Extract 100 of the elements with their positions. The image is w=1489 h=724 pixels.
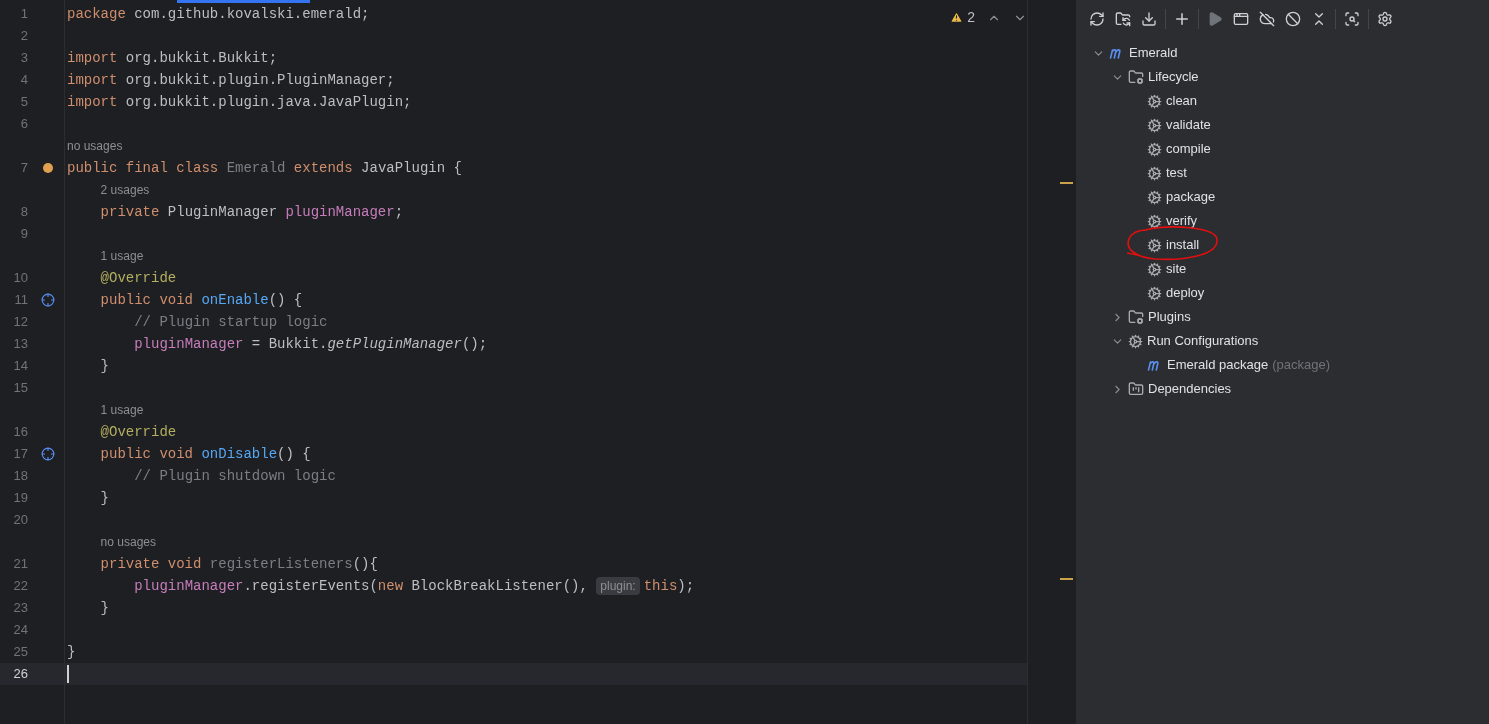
code-token: // Plugin shutdown logic	[134, 466, 336, 486]
line-number: 7	[19, 159, 28, 178]
tree-item[interactable]: deploy	[1166, 283, 1205, 303]
line-number: 12	[12, 313, 28, 332]
folder-icon	[1128, 381, 1144, 397]
usage-hint[interactable]: 1 usage	[100, 401, 144, 419]
code-token: public final class	[67, 158, 220, 178]
gear-icon	[1147, 189, 1162, 205]
tree-item[interactable]: Run Configurations	[1147, 331, 1259, 351]
line-number: 9	[19, 225, 28, 244]
code-token: }	[67, 642, 76, 662]
code-token: Emerald	[226, 158, 287, 178]
search-icon	[1344, 11, 1360, 27]
folder-icon	[1128, 69, 1144, 85]
code-token: (){	[352, 554, 378, 574]
code-token: public void	[100, 290, 195, 310]
code-token: }	[100, 598, 109, 618]
code-token: getPluginManager	[327, 334, 462, 354]
line-number: 21	[12, 555, 28, 574]
code-token: public void	[100, 444, 195, 464]
tree-item[interactable]: Emerald package	[1167, 355, 1269, 375]
tree-item[interactable]: Lifecycle	[1148, 67, 1199, 87]
code-token: onEnable	[201, 290, 269, 310]
tree-item[interactable]: clean	[1166, 91, 1198, 111]
tree-item[interactable]: compile	[1166, 139, 1211, 159]
code-token: PluginManager	[167, 202, 279, 222]
line-number: 1	[19, 5, 28, 24]
line-number: 14	[12, 357, 28, 376]
line-number: 13	[12, 335, 28, 354]
plugin-icon[interactable]	[42, 163, 53, 173]
code-token: @Override	[100, 268, 177, 288]
window-icon	[1233, 11, 1249, 27]
code-token: org.bukkit.Bukkit;	[125, 48, 278, 68]
line-number: 20	[12, 511, 28, 530]
line-number: 11	[13, 291, 28, 310]
code-token: JavaPlugin {	[361, 158, 462, 178]
code-token: import	[67, 92, 119, 112]
override-icon[interactable]	[40, 447, 55, 461]
ban-icon	[1285, 11, 1301, 27]
folder-sync-icon	[1115, 11, 1131, 27]
line-number: 18	[12, 467, 28, 486]
line-number: 2	[19, 27, 28, 46]
usage-hint[interactable]: no usages	[67, 137, 123, 155]
usage-hint[interactable]: 1 usage	[100, 247, 144, 265]
code-token: ;	[394, 202, 404, 222]
code-token: );	[677, 576, 695, 596]
tree-item[interactable]: Dependencies	[1148, 379, 1232, 399]
line-number: 22	[12, 577, 28, 596]
tree-item[interactable]: site	[1166, 259, 1187, 279]
code-token: pluginManager	[134, 576, 244, 596]
warning-marker	[1060, 578, 1073, 580]
line-number: 25	[12, 643, 28, 662]
line-number: 8	[19, 203, 28, 222]
tree-item[interactable]: test	[1166, 163, 1187, 183]
code-token: () {	[277, 444, 311, 464]
gear-icon	[1147, 261, 1162, 277]
tree-item-hint: (package)	[1272, 356, 1330, 375]
tree-item[interactable]: validate	[1166, 115, 1211, 135]
usage-hint[interactable]: 2 usages	[100, 181, 150, 199]
tree-item[interactable]: package	[1166, 187, 1216, 207]
tree-item[interactable]: verify	[1166, 211, 1198, 231]
code-token: }	[100, 356, 109, 376]
code-token: import	[67, 70, 119, 90]
gear-icon	[1128, 333, 1143, 349]
code-token: () {	[268, 290, 303, 310]
tree-item[interactable]: Plugins	[1148, 307, 1191, 327]
gear-icon	[1147, 237, 1162, 253]
code-token: // Plugin startup logic	[134, 312, 328, 332]
code-token: registerListeners	[209, 554, 353, 574]
code-token: = Bukkit.	[250, 334, 328, 354]
code-token: pluginManager	[285, 202, 395, 222]
play-icon	[1207, 11, 1223, 27]
line-number: 19	[12, 489, 28, 508]
usage-hint[interactable]: no usages	[100, 533, 156, 551]
settings-icon	[1377, 11, 1393, 27]
code-token: import	[67, 48, 119, 68]
parameter-hint: plugin:	[596, 577, 640, 595]
gear-icon	[1147, 141, 1162, 157]
code-token: @Override	[100, 422, 177, 442]
text-cursor	[67, 665, 69, 683]
gear-icon	[1147, 213, 1162, 229]
tree-item[interactable]: Emerald	[1129, 43, 1178, 63]
code-token: private	[100, 202, 161, 222]
line-number: 17	[12, 445, 28, 464]
download-icon	[1141, 11, 1157, 27]
code-token: extends	[293, 158, 354, 178]
folder-icon	[1128, 309, 1144, 325]
line-number: 4	[19, 71, 28, 90]
code-token: }	[100, 488, 109, 508]
gear-icon	[1147, 93, 1162, 109]
line-number: 16	[12, 423, 28, 442]
line-number: 10	[12, 269, 28, 288]
code-token: .registerEvents(	[243, 576, 378, 596]
plus-icon	[1173, 10, 1191, 28]
code-token: pluginManager	[134, 334, 244, 354]
line-number: 6	[19, 115, 28, 134]
override-icon[interactable]	[40, 293, 55, 307]
line-number: 23	[12, 599, 28, 618]
warning-count[interactable]: 2	[950, 7, 975, 28]
tree-item[interactable]: install	[1166, 235, 1200, 255]
